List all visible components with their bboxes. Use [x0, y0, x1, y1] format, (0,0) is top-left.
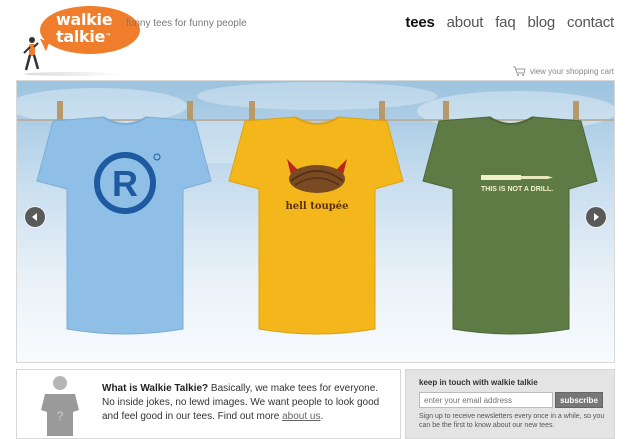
- about-description: What is Walkie Talkie? Basically, we mak…: [102, 382, 392, 424]
- walking-person-icon: [23, 37, 40, 71]
- chevron-right-icon: [594, 213, 599, 221]
- logo-trademark: ™: [105, 33, 111, 40]
- svg-text:?: ?: [57, 409, 64, 423]
- newsletter-title: keep in touch with walkie talkie: [419, 378, 538, 387]
- main-nav: tees about faq blog contact: [405, 14, 614, 31]
- nav-blog[interactable]: blog: [527, 14, 555, 31]
- site-header: walkie talkie™ funny tees for funny peop…: [0, 0, 630, 80]
- svg-text:R: R: [112, 163, 138, 204]
- logo[interactable]: walkie talkie™: [20, 4, 140, 76]
- email-input[interactable]: [419, 392, 553, 408]
- tee-not-a-drill[interactable]: THIS IS NOT A DRILL.: [419, 101, 599, 336]
- shopping-cart-icon: [512, 66, 526, 76]
- newsletter-panel: keep in touch with walkie talkie subscri…: [405, 369, 615, 439]
- about-question: What is Walkie Talkie?: [102, 383, 209, 394]
- about-us-link[interactable]: about us: [282, 411, 320, 422]
- about-panel: ? What is Walkie Talkie? Basically, we m…: [16, 369, 401, 439]
- logo-word-2: talkie: [56, 27, 106, 46]
- chevron-left-icon: [32, 213, 37, 221]
- nav-about[interactable]: about: [447, 14, 484, 31]
- nav-contact[interactable]: contact: [567, 14, 614, 31]
- cart-label: view your shopping cart: [529, 66, 614, 76]
- nav-faq[interactable]: faq: [495, 14, 515, 31]
- nav-tees[interactable]: tees: [405, 14, 434, 31]
- subscribe-button[interactable]: subscribe: [555, 392, 603, 408]
- tee-hell-toupee-text: hell toupée: [286, 201, 349, 212]
- person-silhouette-icon: ?: [41, 376, 79, 436]
- tagline: funny tees for funny people: [126, 18, 247, 29]
- carousel-prev-button[interactable]: [25, 207, 45, 227]
- about-end: .: [320, 411, 324, 422]
- carousel-next-button[interactable]: [586, 207, 606, 227]
- tee-hell-toupee[interactable]: hell toupée: [225, 101, 405, 336]
- shopping-cart-link[interactable]: view your shopping cart: [512, 66, 614, 76]
- logo-shadow: [24, 72, 124, 76]
- tee-registered[interactable]: R: [33, 101, 213, 336]
- newsletter-description: Sign up to receive newsletters every onc…: [419, 413, 605, 429]
- tee-carousel: R hell toupée THIS IS NOT A DRILL.: [16, 80, 615, 363]
- logo-text: walkie talkie™: [56, 11, 113, 46]
- tee-not-a-drill-text: THIS IS NOT A DRILL.: [481, 186, 553, 193]
